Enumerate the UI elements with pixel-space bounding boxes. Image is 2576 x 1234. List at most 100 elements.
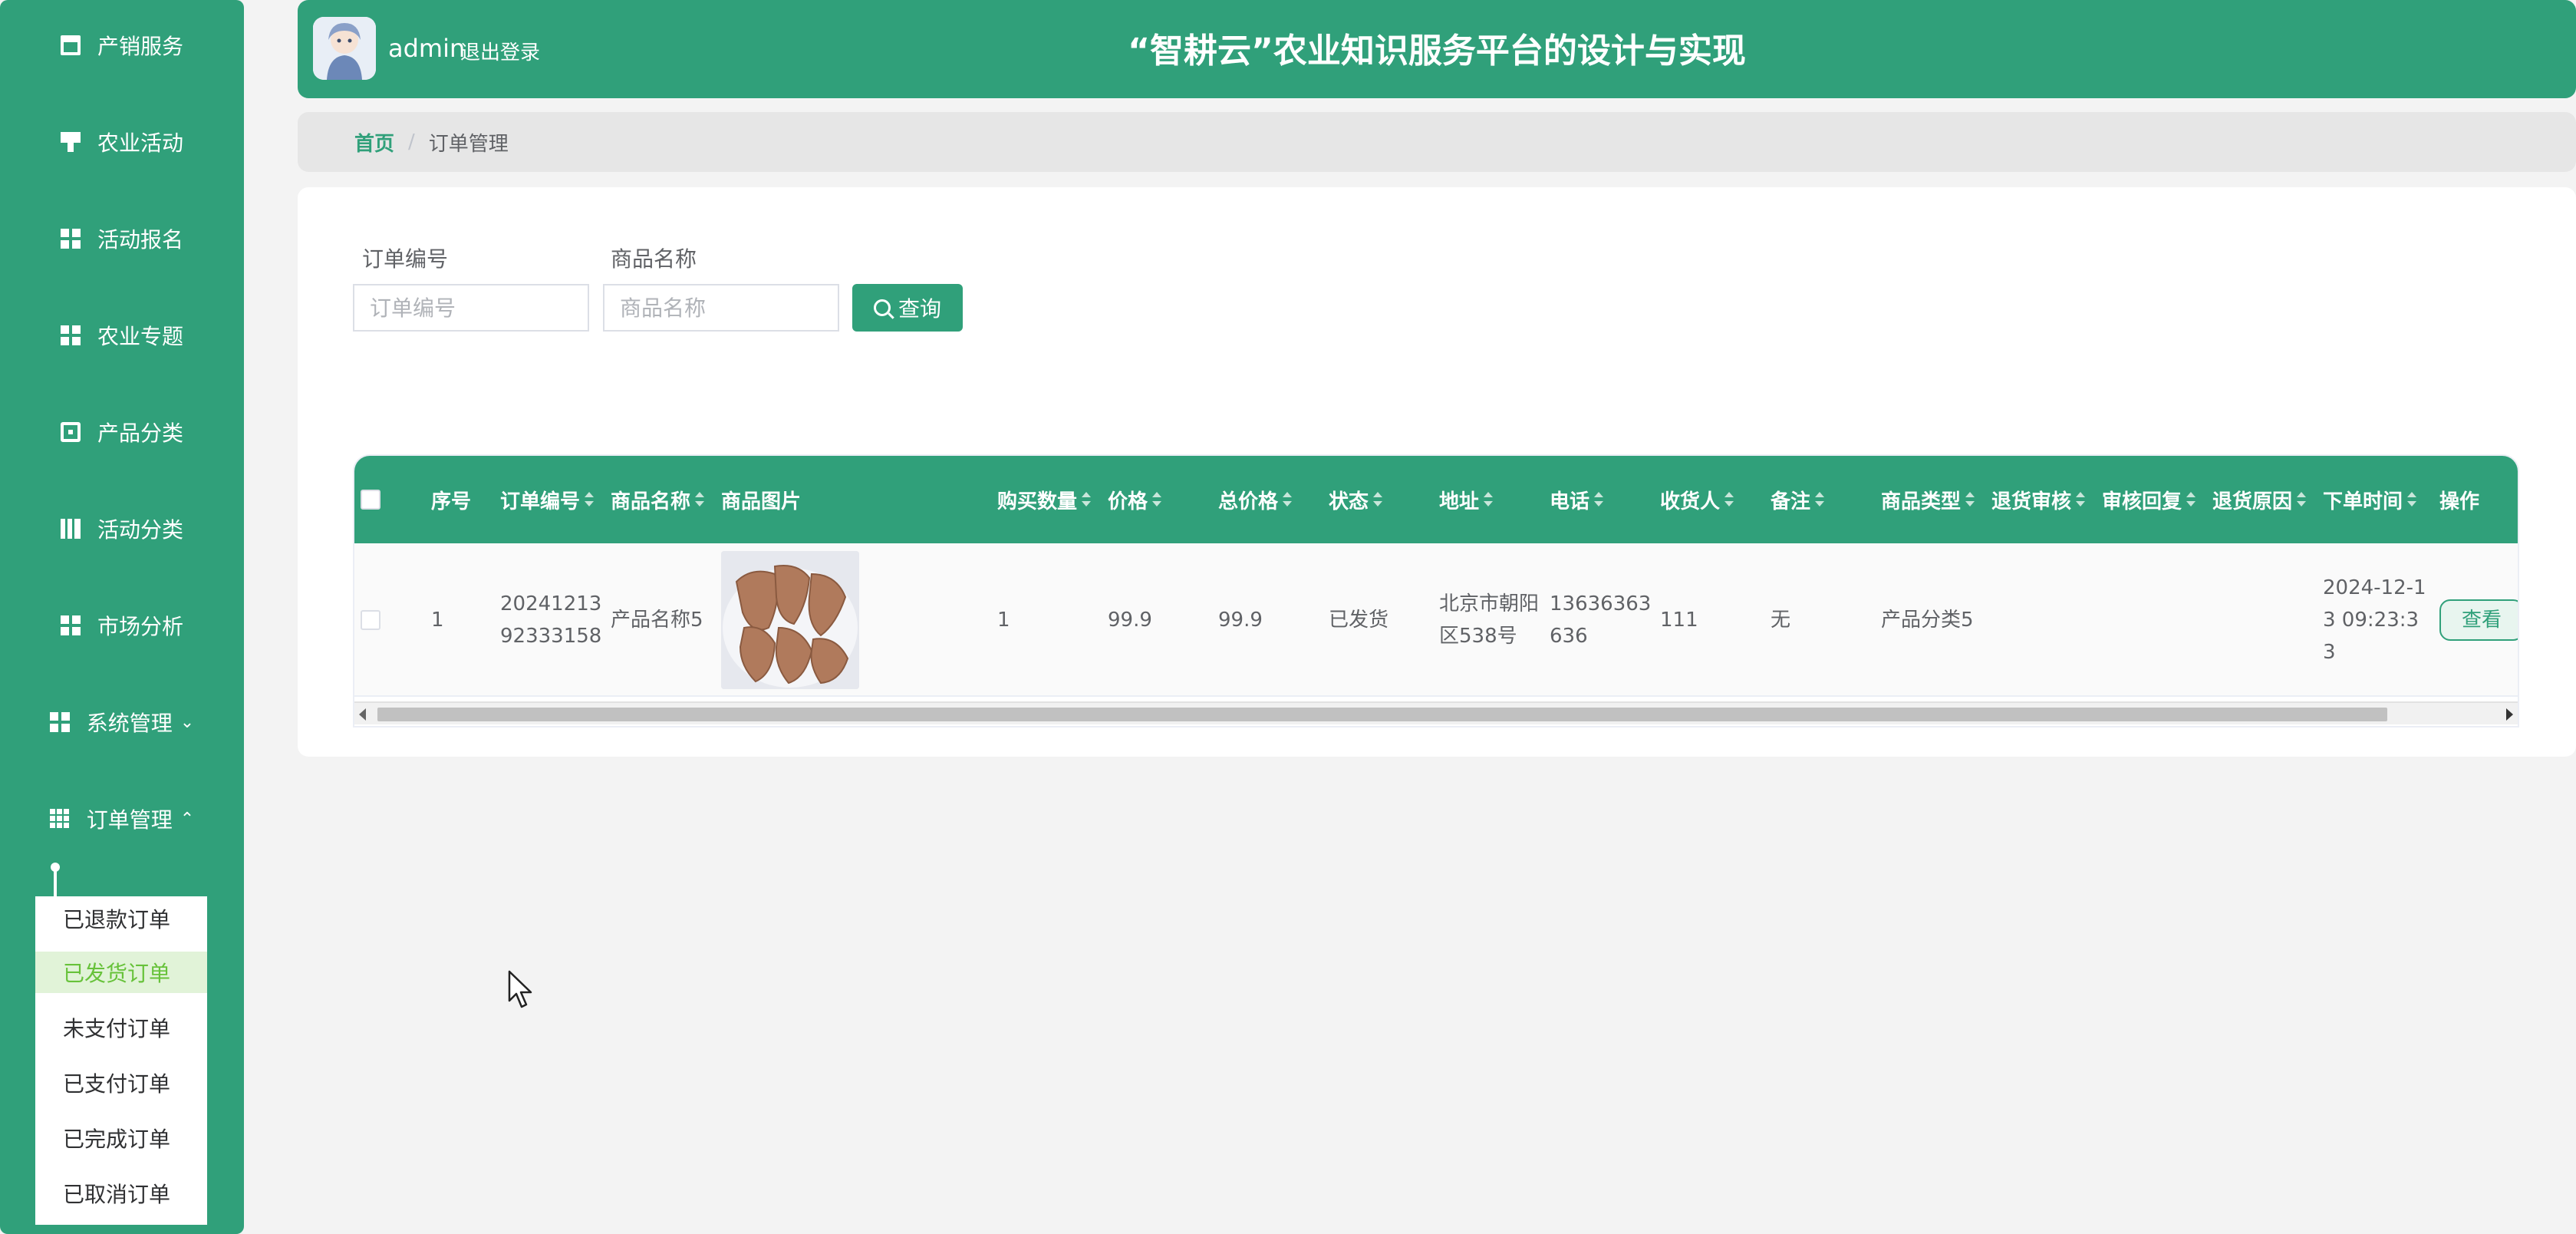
cell-actions: 查看 xyxy=(2439,543,2518,697)
order-no-input[interactable] xyxy=(353,284,589,332)
breadcrumb-current: 订单管理 xyxy=(428,132,509,156)
cell-total: 99.9 xyxy=(1218,609,1263,632)
col-price[interactable]: 价格 xyxy=(1108,456,1162,543)
order-submenu: 已退款订单 已发货订单 未支付订单 已支付订单 已完成订单 已取消订单 xyxy=(35,896,207,1225)
orders-table: 序号 订单编号 商品名称 商品图片 购买数量 价格 总价格 状态 地址 电话 收… xyxy=(353,454,2519,728)
submenu-item-cancelled[interactable]: 已取消订单 xyxy=(35,1173,207,1214)
grid-icon xyxy=(60,229,81,249)
breadcrumb: 首页 / 订单管理 xyxy=(298,112,2576,172)
col-refund-reason[interactable]: 退货原因 xyxy=(2212,456,2307,543)
cell-receiver: 111 xyxy=(1660,609,1698,632)
sidebar-item-product-category[interactable]: 产品分类 xyxy=(0,384,244,480)
submenu-item-shipped[interactable]: 已发货订单 xyxy=(35,952,207,993)
breadcrumb-home[interactable]: 首页 xyxy=(354,128,394,157)
flag-icon xyxy=(60,132,81,152)
search-button[interactable]: 查询 xyxy=(852,284,963,332)
briefcase-icon xyxy=(60,35,81,55)
cell-status: 已发货 xyxy=(1329,609,1389,632)
sort-icon xyxy=(2407,490,2417,509)
col-receiver[interactable]: 收货人 xyxy=(1660,456,1734,543)
col-order-time[interactable]: 下单时间 xyxy=(2323,456,2417,543)
sidebar-item-order-management[interactable]: 订单管理 ⌃ xyxy=(0,770,244,867)
select-all-checkbox[interactable] xyxy=(361,456,380,543)
grid-icon xyxy=(49,712,70,732)
product-name-label: 商品名称 xyxy=(611,246,697,272)
book-icon xyxy=(60,519,81,539)
col-index: 序号 xyxy=(431,490,472,513)
sort-icon xyxy=(2186,490,2196,509)
col-status[interactable]: 状态 xyxy=(1329,456,1383,543)
sidebar-item-label: 市场分析 xyxy=(97,614,183,639)
sort-icon xyxy=(695,490,705,509)
cell-phone: 13636363636 xyxy=(1550,592,1652,648)
horizontal-scrollbar[interactable] xyxy=(354,701,2518,724)
grid-icon xyxy=(60,615,81,635)
sidebar-item-activity-signup[interactable]: 活动报名 xyxy=(0,190,244,287)
sort-icon xyxy=(1724,490,1734,509)
sort-icon xyxy=(2297,490,2307,509)
sidebar-item-label: 产销服务 xyxy=(97,34,183,59)
col-quantity[interactable]: 购买数量 xyxy=(997,456,1092,543)
col-phone[interactable]: 电话 xyxy=(1550,456,1604,543)
cell-product-image xyxy=(721,543,859,697)
col-remark[interactable]: 备注 xyxy=(1771,456,1825,543)
sidebar-item-label: 活动报名 xyxy=(97,227,183,252)
sort-icon xyxy=(2076,490,2086,509)
site-title: “智耕云”农业知识服务平台的设计与实现 xyxy=(1128,31,1746,71)
col-review-reply[interactable]: 审核回复 xyxy=(2102,456,2196,543)
sort-icon xyxy=(1484,490,1494,509)
sidebar-item-farm-activities[interactable]: 农业活动 xyxy=(0,94,244,190)
mouse-cursor-icon xyxy=(508,970,532,1008)
table-row[interactable]: 1 2024121392333158 产品名称5 1 99.9 99.9 已发货… xyxy=(354,543,2518,697)
sort-icon xyxy=(1283,490,1293,509)
cell-remark: 无 xyxy=(1771,609,1791,632)
sort-icon xyxy=(1373,490,1383,509)
scroll-left-icon[interactable] xyxy=(359,708,366,721)
submenu-item-refunded[interactable]: 已退款订单 xyxy=(35,898,207,939)
cell-quantity: 1 xyxy=(997,609,1010,632)
cell-address: 北京市朝阳区538号 xyxy=(1439,592,1540,648)
sidebar-item-activity-category[interactable]: 活动分类 xyxy=(0,480,244,577)
sidebar-item-label: 农业专题 xyxy=(97,324,183,349)
sidebar-item-farm-topics[interactable]: 农业专题 xyxy=(0,287,244,384)
sidebar: 产销服务 农业活动 活动报名 农业专题 产品分类 活动分类 市场分析 系统管理 … xyxy=(0,0,244,1234)
cell-order-time: 2024-12-13 09:23:33 xyxy=(2323,576,2426,664)
top-header: admin 退出登录 “智耕云”农业知识服务平台的设计与实现 xyxy=(298,0,2576,98)
col-product-image: 商品图片 xyxy=(721,490,802,513)
col-address[interactable]: 地址 xyxy=(1439,456,1494,543)
col-product-name[interactable]: 商品名称 xyxy=(611,456,705,543)
col-total[interactable]: 总价格 xyxy=(1218,456,1293,543)
sidebar-item-label: 产品分类 xyxy=(97,421,183,446)
cell-product-type: 产品分类5 xyxy=(1881,609,1974,632)
chevron-down-icon: ⌄ xyxy=(180,712,195,732)
col-refund-review[interactable]: 退货审核 xyxy=(1991,456,2086,543)
sort-icon xyxy=(1594,490,1604,509)
col-order-no[interactable]: 订单编号 xyxy=(500,456,595,543)
sort-icon xyxy=(1815,490,1825,509)
submenu-item-paid[interactable]: 已支付订单 xyxy=(35,1062,207,1104)
sidebar-item-system-management[interactable]: 系统管理 ⌄ xyxy=(0,674,244,770)
order-no-label: 订单编号 xyxy=(362,246,449,272)
sidebar-item-label: 订单管理 xyxy=(86,807,173,833)
submenu-item-completed[interactable]: 已完成订单 xyxy=(35,1117,207,1159)
search-icon xyxy=(873,299,891,316)
row-checkbox[interactable] xyxy=(361,543,380,697)
sidebar-item-market-analysis[interactable]: 市场分析 xyxy=(0,577,244,674)
col-product-type[interactable]: 商品类型 xyxy=(1881,456,1975,543)
scroll-right-icon[interactable] xyxy=(2506,708,2513,721)
sort-icon xyxy=(1082,490,1092,509)
clipboard-icon xyxy=(60,422,81,442)
view-button[interactable]: 查看 xyxy=(2439,599,2518,641)
cell-product-name: 产品名称5 xyxy=(611,609,703,632)
sidebar-item-sales-service[interactable]: 产销服务 xyxy=(0,0,244,94)
sort-icon xyxy=(1152,490,1162,509)
sort-icon xyxy=(585,490,595,509)
order-list-card: 订单编号 商品名称 查询 序号 订单编号 商品名称 商品图片 购买数量 价格 总… xyxy=(298,187,2576,757)
product-image[interactable] xyxy=(721,551,859,689)
sidebar-item-label: 农业活动 xyxy=(97,130,183,156)
submenu-item-unpaid[interactable]: 未支付订单 xyxy=(35,1007,207,1048)
cell-price: 99.9 xyxy=(1108,609,1152,632)
scrollbar-thumb[interactable] xyxy=(377,708,2387,721)
grid-icon xyxy=(60,325,81,345)
product-name-input[interactable] xyxy=(603,284,839,332)
